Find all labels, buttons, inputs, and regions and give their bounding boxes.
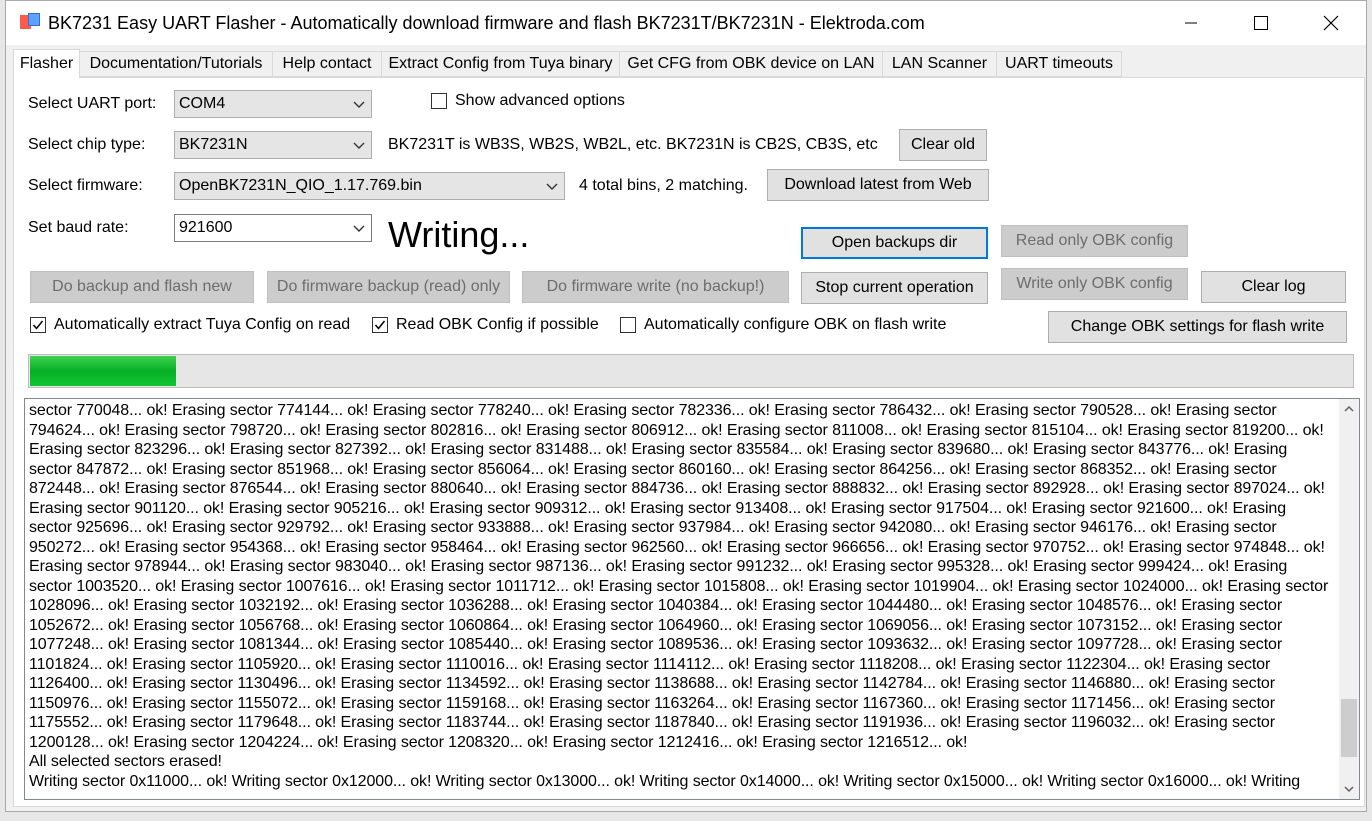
backup-and-flash-button[interactable]: Do backup and flash new — [30, 271, 254, 303]
uart-port-select[interactable]: COM4 — [174, 90, 372, 118]
checkmark-icon — [32, 320, 44, 330]
chevron-down-icon — [546, 183, 558, 190]
show-advanced-label: Show advanced options — [455, 92, 625, 109]
clear-old-button[interactable]: Clear old — [899, 129, 987, 161]
log-scrollbar[interactable] — [1339, 399, 1359, 799]
change-obk-settings-button[interactable]: Change OBK settings for flash write — [1048, 311, 1347, 343]
title-bar[interactable]: BK7231 Easy UART Flasher - Automatically… — [6, 1, 1366, 45]
open-backups-button[interactable]: Open backups dir — [801, 227, 988, 259]
read-obk-config-button[interactable]: Read only OBK config — [1001, 225, 1188, 257]
tab-get-cfg-lan[interactable]: Get CFG from OBK device on LAN — [619, 51, 883, 77]
window-title: BK7231 Easy UART Flasher - Automatically… — [48, 13, 925, 33]
checkbox-box — [372, 317, 388, 333]
show-advanced-checkbox[interactable]: Show advanced options — [431, 92, 625, 110]
checkbox-box — [30, 317, 46, 333]
auto-extract-tuya-label: Automatically extract Tuya Config on rea… — [54, 316, 351, 333]
clear-log-button[interactable]: Clear log — [1201, 271, 1346, 303]
chip-type-value: BK7231N — [179, 136, 248, 153]
auto-configure-obk-checkbox[interactable]: Automatically configure OBK on flash wri… — [620, 316, 946, 334]
write-obk-config-button[interactable]: Write only OBK config — [1001, 268, 1188, 300]
progress-bar — [28, 354, 1354, 388]
tab-lan-scanner[interactable]: LAN Scanner — [882, 51, 997, 77]
log-line: All selected sectors erased! — [29, 753, 222, 770]
checkbox-box — [431, 93, 447, 109]
read-obk-config-label: Read OBK Config if possible — [396, 316, 599, 333]
checkmark-icon — [374, 320, 386, 330]
tab-help-contact[interactable]: Help contact — [272, 51, 382, 77]
chip-type-label: Select chip type: — [28, 136, 146, 153]
baud-rate-label: Set baud rate: — [28, 219, 129, 236]
log-textbox[interactable]: sector 770048... ok! Erasing sector 7741… — [24, 398, 1360, 800]
minimize-icon — [1185, 22, 1197, 24]
tab-flasher[interactable]: Flasher — [13, 49, 80, 78]
maximize-icon — [1254, 16, 1268, 30]
stop-operation-button[interactable]: Stop current operation — [801, 272, 988, 304]
chevron-up-icon — [1344, 405, 1354, 412]
status-text: Writing... — [388, 214, 530, 255]
app-icon — [20, 13, 40, 29]
minimize-button[interactable] — [1156, 1, 1226, 45]
firmware-hint: 4 total bins, 2 matching. — [579, 177, 748, 194]
chip-type-select[interactable]: BK7231N — [174, 131, 372, 159]
close-icon — [1323, 15, 1339, 31]
uart-port-value: COM4 — [179, 95, 226, 112]
firmware-backup-read-button[interactable]: Do firmware backup (read) only — [267, 271, 510, 303]
baud-rate-select[interactable]: 921600 — [174, 214, 372, 242]
read-obk-config-checkbox[interactable]: Read OBK Config if possible — [372, 316, 599, 334]
firmware-select[interactable]: OpenBK7231N_QIO_1.17.769.bin — [174, 172, 565, 200]
chevron-down-icon — [353, 142, 365, 149]
firmware-label: Select firmware: — [28, 177, 143, 194]
chevron-down-icon — [1344, 786, 1354, 793]
auto-configure-obk-label: Automatically configure OBK on flash wri… — [644, 316, 947, 333]
log-line: sector 770048... ok! Erasing sector 7741… — [29, 402, 1333, 751]
log-content: sector 770048... ok! Erasing sector 7741… — [29, 401, 1333, 791]
scroll-down-button[interactable] — [1339, 779, 1359, 799]
auto-extract-tuya-checkbox[interactable]: Automatically extract Tuya Config on rea… — [30, 316, 350, 334]
firmware-value: OpenBK7231N_QIO_1.17.769.bin — [179, 177, 422, 194]
chevron-down-icon — [353, 225, 365, 232]
tab-documentation[interactable]: Documentation/Tutorials — [79, 51, 273, 77]
chevron-down-icon — [353, 101, 365, 108]
scroll-up-button[interactable] — [1339, 399, 1359, 419]
baud-rate-value: 921600 — [179, 219, 233, 236]
close-button[interactable] — [1296, 1, 1366, 45]
scroll-thumb[interactable] — [1341, 699, 1357, 757]
app-window: BK7231 Easy UART Flasher - Automatically… — [5, 0, 1367, 812]
firmware-write-no-backup-button[interactable]: Do firmware write (no backup!) — [522, 271, 789, 303]
maximize-button[interactable] — [1226, 1, 1296, 45]
download-latest-button[interactable]: Download latest from Web — [767, 169, 989, 201]
flasher-panel: Select UART port: COM4 Show advanced opt… — [13, 77, 1365, 807]
chip-hint: BK7231T is WB3S, WB2S, WB2L, etc. BK7231… — [388, 136, 878, 153]
progress-fill — [30, 356, 176, 386]
tab-extract-config[interactable]: Extract Config from Tuya binary — [381, 51, 620, 77]
checkbox-box — [620, 317, 636, 333]
uart-port-label: Select UART port: — [28, 95, 157, 112]
log-line: Writing sector 0x11000... ok! Writing se… — [29, 772, 1301, 790]
tab-uart-timeouts[interactable]: UART timeouts — [996, 51, 1122, 77]
